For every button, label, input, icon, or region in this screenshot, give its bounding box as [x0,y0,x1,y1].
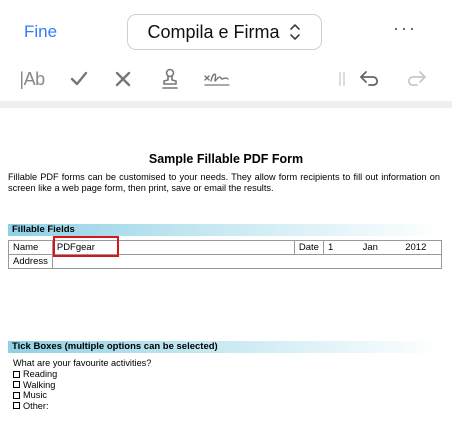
mode-selector[interactable]: Compila e Firma [127,14,322,50]
stamp-tool-button[interactable] [154,62,186,96]
fillable-fields-heading: Fillable Fields [8,224,442,236]
tick-option-label: Other: [23,400,49,411]
annotation-tool-row: |Ab [0,62,452,98]
checkbox[interactable] [13,370,20,378]
date-year: 2012 [405,242,427,253]
more-options-button[interactable]: ··· [393,18,417,39]
tick-option-reading[interactable]: Reading [13,369,57,380]
tick-option-other[interactable]: Other: [13,401,57,412]
toolbar-separator [0,101,452,108]
redo-button[interactable] [400,62,432,96]
stamp-icon [162,68,178,89]
cross-icon [115,71,131,87]
tick-boxes-heading: Tick Boxes (multiple options can be sele… [8,341,442,353]
checkmark-icon [70,71,88,86]
signature-icon [204,73,230,86]
done-button[interactable]: Fine [24,22,57,42]
name-label: Name [8,240,53,255]
tick-option-list: Reading Walking Music Other: [13,369,57,411]
chevron-updown-icon [288,21,302,43]
tick-option-label: Reading [23,369,58,379]
checkbox[interactable] [13,381,20,389]
pdf-page[interactable]: Sample Fillable PDF Form Fillable PDF fo… [0,108,452,431]
address-label: Address [8,254,53,269]
checkbox[interactable] [13,391,20,399]
active-field-highlight [53,236,119,257]
checkmark-tool-button[interactable] [64,62,94,96]
tick-option-music[interactable]: Music [13,390,57,401]
tick-option-label: Music [23,390,47,400]
cross-tool-button[interactable] [108,62,138,96]
undo-icon [360,71,379,86]
top-toolbar: Fine Compila e Firma ··· |Ab [0,0,452,100]
tick-question: What are your favourite activities? [13,358,152,368]
signature-tool-button[interactable] [200,62,234,96]
date-label: Date [293,240,324,255]
redo-icon [407,71,426,86]
undo-button[interactable] [354,62,386,96]
toolbar-divider [336,62,348,96]
text-tool-button[interactable]: |Ab [14,62,50,96]
tick-option-walking[interactable]: Walking [13,380,57,391]
document-title: Sample Fillable PDF Form [148,152,304,166]
document-intro: Fillable PDF forms can be customised to … [8,172,440,193]
mode-selector-label: Compila e Firma [147,21,280,42]
checkbox[interactable] [13,402,20,410]
tick-option-label: Walking [23,379,56,390]
date-month: Jan [362,242,378,253]
text-icon: |Ab [19,68,45,89]
date-day: 1 [327,242,334,253]
date-field[interactable]: 1 Jan 2012 [322,240,443,255]
